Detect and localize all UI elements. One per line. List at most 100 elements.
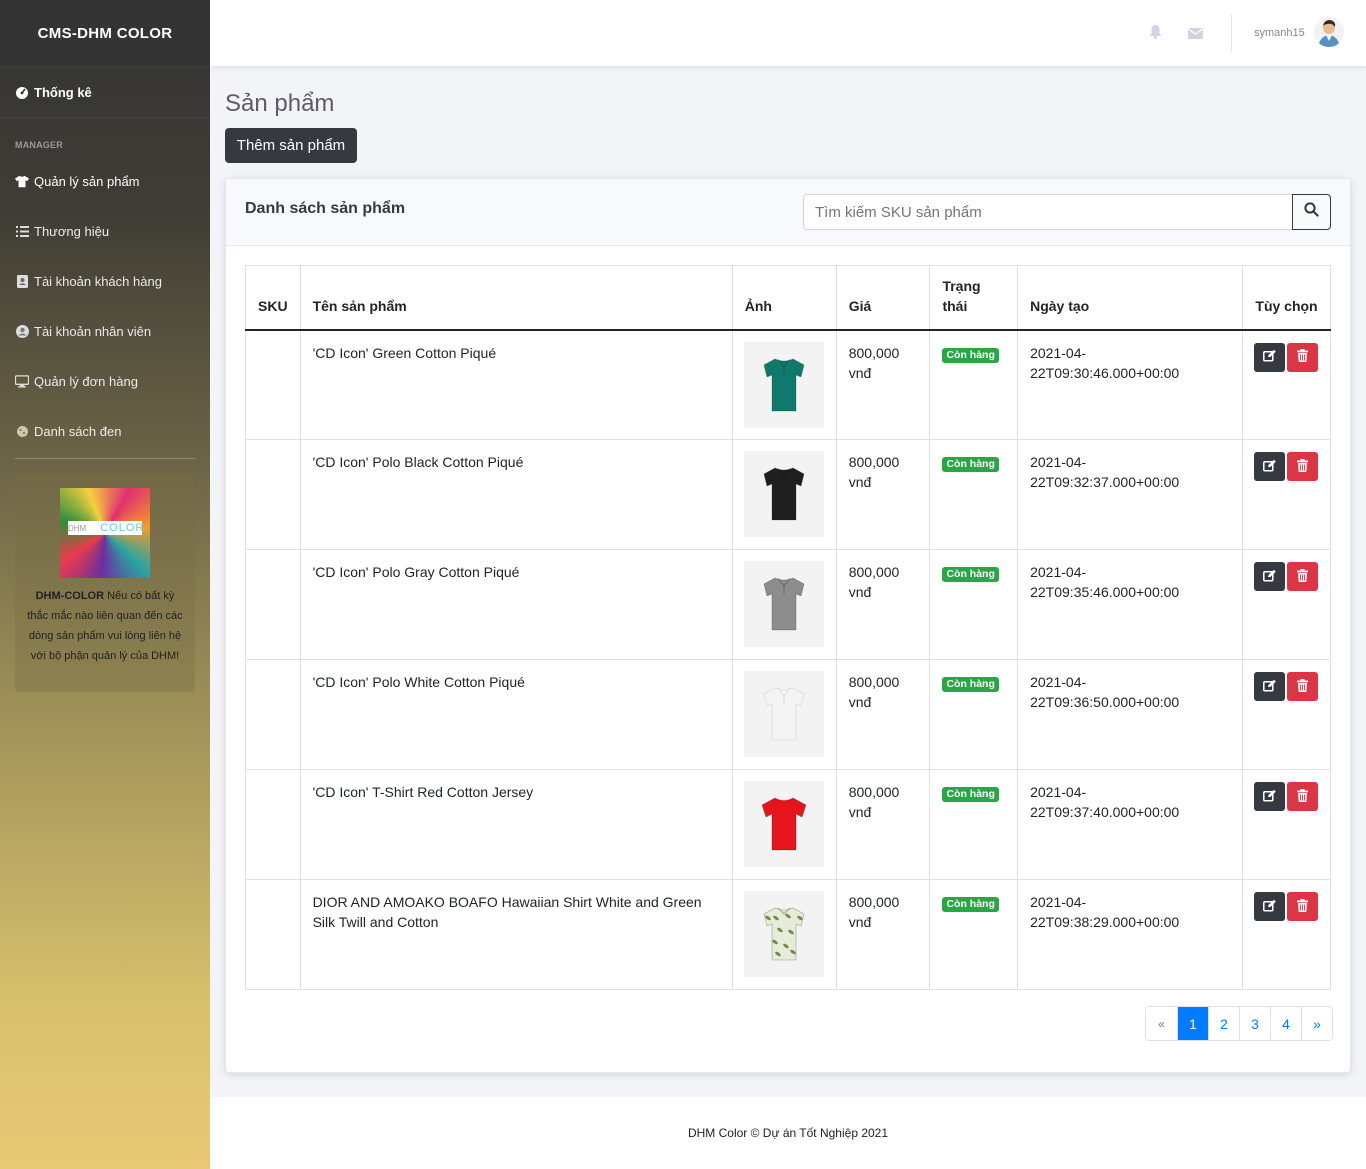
- trash-icon: [1297, 567, 1309, 587]
- desktop-icon: [15, 374, 29, 388]
- brand-title[interactable]: CMS-DHM COLOR: [0, 0, 210, 66]
- delete-button[interactable]: [1287, 562, 1319, 591]
- card-header: Danh sách sản phẩm: [226, 179, 1350, 246]
- sidebar-item-products[interactable]: Quản lý sản phẩm: [0, 156, 210, 206]
- edit-button[interactable]: [1254, 892, 1286, 921]
- status-badge: Còn hàng: [942, 347, 999, 363]
- tachometer-icon: [15, 85, 29, 99]
- table-header-row: SKU Tên sản phẩm Ảnh Giá Trạng thái Ngày…: [245, 265, 1331, 331]
- cell-image: [731, 879, 837, 990]
- sidebar-item-label: Thống kê: [34, 84, 92, 100]
- trash-icon: [1297, 457, 1309, 477]
- cell-sku: [245, 659, 301, 770]
- cell-sku: [245, 769, 301, 880]
- delete-button[interactable]: [1287, 782, 1319, 811]
- edit-button[interactable]: [1254, 452, 1286, 481]
- cell-sku: [245, 879, 301, 990]
- product-thumbnail[interactable]: [743, 671, 824, 757]
- edit-icon: [1262, 787, 1277, 807]
- cell-product-name: 'CD Icon' Polo White Cotton Piqué: [299, 659, 733, 770]
- cell-created-date: 2021-04-22T09:37:40.000+00:00: [1017, 769, 1244, 880]
- envelope-icon[interactable]: [1188, 26, 1203, 44]
- status-badge: Còn hàng: [942, 897, 999, 912]
- pagination-prev[interactable]: «: [1146, 1007, 1177, 1040]
- product-list-card: Danh sách sản phẩm SKU Tên sản phẩm Ảnh …: [225, 178, 1351, 1073]
- sidebar-item-label: Tài khoản khách hàng: [34, 273, 162, 289]
- edit-button[interactable]: [1254, 562, 1286, 591]
- delete-button[interactable]: [1287, 892, 1319, 921]
- edit-button[interactable]: [1254, 672, 1286, 701]
- sidebar: CMS-DHM COLOR Thống kê MANAGER Quản lý s…: [0, 0, 210, 1169]
- pagination-page[interactable]: 2: [1208, 1007, 1239, 1040]
- sidebar-item-label: Tài khoản nhân viên: [34, 323, 152, 339]
- sidebar-item-label: Thương hiệu: [34, 223, 110, 239]
- status-badge: Còn hàng: [942, 457, 999, 472]
- promo-text: DHM-COLOR Nếu có bất kỳ thắc mắc nào liê…: [27, 590, 183, 662]
- pagination-next[interactable]: »: [1301, 1007, 1332, 1040]
- user-circle-icon: [15, 324, 29, 338]
- sidebar-item-label: Quản lý sản phẩm: [34, 173, 140, 189]
- username[interactable]: symanh15: [1254, 27, 1305, 39]
- search-icon: [1304, 202, 1319, 222]
- cell-created-date: 2021-04-22T09:35:46.000+00:00: [1017, 549, 1244, 660]
- product-thumbnail[interactable]: [743, 451, 824, 537]
- column-header-image: Ảnh: [731, 265, 837, 331]
- tshirt-icon: [15, 174, 29, 188]
- search-input[interactable]: [803, 194, 1293, 230]
- product-thumbnail[interactable]: [743, 561, 824, 647]
- sidebar-item-label: Quản lý đơn hàng: [34, 373, 138, 389]
- product-thumbnail[interactable]: [743, 781, 824, 867]
- cell-status: Còn hàng: [929, 879, 1019, 990]
- trash-icon: [1297, 347, 1309, 367]
- sidebar-item-customers[interactable]: Tài khoản khách hàng: [0, 256, 210, 306]
- cell-price: 800,000 vnđ: [835, 769, 931, 880]
- cell-created-date: 2021-04-22T09:38:29.000+00:00: [1017, 879, 1244, 990]
- status-badge: Còn hàng: [942, 787, 999, 802]
- cell-sku: [245, 439, 301, 550]
- cell-options: [1242, 879, 1331, 990]
- delete-button[interactable]: [1287, 672, 1319, 701]
- sidebar-item-dashboard[interactable]: Thống kê: [0, 66, 210, 118]
- footer: DHM Color © Dự án Tốt Nghiệp 2021: [210, 1097, 1366, 1169]
- cell-options: [1242, 329, 1331, 440]
- avatar[interactable]: [1314, 17, 1344, 47]
- card-title: Danh sách sản phẩm: [245, 200, 406, 217]
- sidebar-item-brands[interactable]: Thương hiệu: [0, 206, 210, 256]
- table-row: 'CD Icon' T-Shirt Red Cotton Jersey 800,0…: [245, 769, 1331, 880]
- pagination-page[interactable]: 1: [1177, 1007, 1208, 1040]
- delete-button[interactable]: [1287, 452, 1319, 481]
- table-row: DIOR AND AMOAKO BOAFO Hawaiian Shirt Whi…: [245, 879, 1331, 990]
- trash-icon: [1297, 897, 1309, 917]
- trash-icon: [1297, 787, 1309, 807]
- table-row: 'CD Icon' Green Cotton Piqué 800,000 vnđ C…: [245, 329, 1331, 440]
- sidebar-item-employees[interactable]: Tài khoản nhân viên: [0, 306, 210, 356]
- cell-options: [1242, 549, 1331, 660]
- sidebar-item-label: Danh sách đen: [34, 423, 122, 439]
- product-thumbnail[interactable]: [743, 891, 824, 977]
- cell-created-date: 2021-04-22T09:36:50.000+00:00: [1017, 659, 1244, 770]
- search-button[interactable]: [1292, 194, 1331, 230]
- cell-product-name: DIOR AND AMOAKO BOAFO Hawaiian Shirt Whi…: [299, 879, 733, 990]
- bell-icon[interactable]: [1149, 25, 1162, 44]
- edit-icon: [1262, 567, 1277, 587]
- edit-button[interactable]: [1254, 782, 1286, 811]
- status-badge: Còn hàng: [942, 567, 999, 582]
- promo-logo-tag: DHM COLOR: [68, 521, 145, 535]
- add-product-button[interactable]: Thêm sản phẩm: [225, 128, 357, 163]
- pagination-page[interactable]: 4: [1270, 1007, 1301, 1040]
- cell-created-date: 2021-04-22T09:32:37.000+00:00: [1017, 439, 1244, 550]
- sidebar-item-blacklist[interactable]: Danh sách đen: [0, 406, 210, 456]
- table-row: 'CD Icon' Polo Black Cotton Piqué 800,000…: [245, 439, 1331, 550]
- pagination-page[interactable]: 3: [1239, 1007, 1270, 1040]
- cell-status: Còn hàng: [929, 329, 1019, 440]
- column-header-options: Tùy chọn: [1242, 265, 1331, 331]
- sidebar-promo-card: DHM COLOR DHM-COLOR Nếu có bất kỳ thắc mắ…: [15, 473, 195, 692]
- edit-button[interactable]: [1254, 342, 1286, 372]
- delete-button[interactable]: [1287, 342, 1319, 372]
- sidebar-item-orders[interactable]: Quản lý đơn hàng: [0, 356, 210, 406]
- edit-icon: [1262, 347, 1277, 367]
- cell-created-date: 2021-04-22T09:30:46.000+00:00: [1017, 329, 1244, 440]
- edit-icon: [1262, 677, 1277, 697]
- cell-status: Còn hàng: [929, 659, 1019, 770]
- product-thumbnail[interactable]: [743, 341, 824, 428]
